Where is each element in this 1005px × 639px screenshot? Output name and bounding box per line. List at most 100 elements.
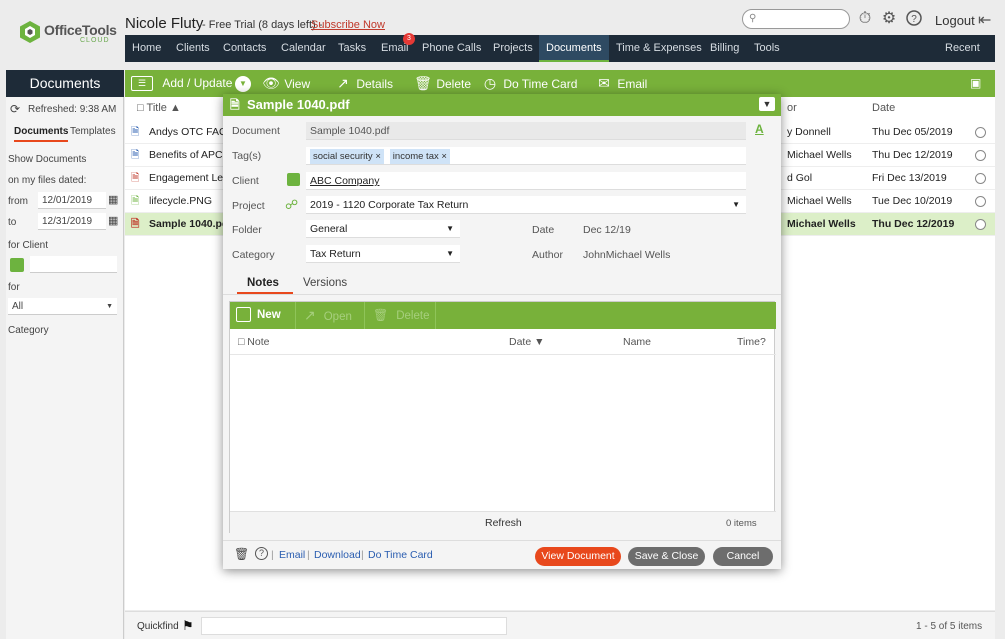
row-radio[interactable] [975, 127, 986, 138]
collapse-dialog-button[interactable]: ▼ [759, 97, 775, 111]
nav-billing[interactable]: Billing [703, 35, 746, 62]
col-title-header[interactable]: □ Title ▲ [137, 97, 181, 119]
calendar-icon[interactable]: ▦ [108, 193, 118, 206]
to-date-input[interactable]: 12/31/2019 [38, 213, 106, 230]
tab-versions[interactable]: Versions [303, 277, 347, 289]
gear-icon[interactable]: ⚙ [880, 10, 898, 28]
on-my-files-label: on my files dated: [8, 175, 87, 186]
nav-phone-calls[interactable]: Phone Calls [415, 35, 488, 62]
email-button[interactable]: ✉ Email [594, 70, 647, 97]
date-label: Date [532, 224, 555, 236]
nav-tools[interactable]: Tools [747, 35, 787, 62]
tag-chip[interactable]: social security × [310, 149, 384, 164]
row-author: Michael Wells [787, 195, 852, 207]
quickfind-bar: Quickfind ⚑ 1 - 5 of 5 items [125, 611, 995, 639]
timer-icon[interactable]: ⏱ [856, 10, 874, 28]
nav-clients[interactable]: Clients [169, 35, 217, 62]
nav-projects[interactable]: Projects [486, 35, 540, 62]
document-label: Document [232, 125, 280, 137]
do-time-card-link[interactable]: Do Time Card [368, 549, 433, 561]
new-note-button[interactable]: New [236, 302, 281, 329]
help-icon[interactable]: ? [255, 547, 268, 560]
do-time-card-button[interactable]: ◷ Do Time Card [480, 70, 577, 97]
remove-tag-icon[interactable]: × [441, 151, 447, 162]
logo-sub: CLOUD [80, 37, 110, 44]
nav-recent[interactable]: Recent ▼ [938, 35, 995, 79]
col-name-header[interactable]: Name [623, 336, 651, 348]
col-note-header[interactable]: □ Note [238, 336, 269, 348]
calendar-icon[interactable]: ▦ [108, 214, 118, 227]
project-tree-icon[interactable]: ☍ [285, 197, 298, 213]
logout-icon[interactable]: ⇤ [978, 10, 991, 30]
subscribe-link[interactable]: Subscribe Now [311, 19, 385, 31]
col-date-header[interactable]: Date [872, 97, 895, 119]
trash-icon[interactable]: 🗑 [234, 547, 249, 561]
client-filter-input[interactable] [30, 256, 117, 273]
tab-notes[interactable]: Notes [247, 277, 279, 289]
email-link[interactable]: Email [279, 549, 305, 561]
clock-icon: ◷ [483, 75, 497, 91]
col-author-header[interactable]: or [787, 97, 797, 119]
nav-home[interactable]: Home [125, 35, 168, 62]
quickfind-input[interactable] [201, 617, 507, 635]
row-radio[interactable] [975, 219, 986, 230]
from-date-input[interactable]: 12/01/2019 [38, 192, 106, 209]
document-details-dialog: 🗎 Sample 1040.pdf ▼ Document Sample 1040… [223, 94, 781, 569]
font-format-icon[interactable]: A [755, 122, 764, 136]
email-count-badge: 3 [403, 33, 415, 45]
tab-documents[interactable]: Documents [14, 126, 69, 142]
col-time-header[interactable]: Time? [737, 336, 766, 348]
add-dropdown-button[interactable]: ▼ [235, 70, 251, 97]
row-radio[interactable] [975, 173, 986, 184]
add-update-button[interactable]: ☰ Add / Update [131, 70, 232, 97]
tab-templates[interactable]: Templates [70, 126, 116, 137]
tags-field[interactable]: social security × income tax × [306, 147, 746, 165]
nav-contacts[interactable]: Contacts [216, 35, 273, 62]
client-field[interactable]: ABC Company [306, 172, 746, 190]
col-date-header[interactable]: Date ▼ [509, 336, 545, 348]
details-button[interactable]: ↗ Details [333, 70, 393, 97]
row-date: Tue Dec 10/2019 [872, 195, 953, 207]
category-select[interactable]: Tax Return ▼ [306, 245, 460, 263]
notes-header-row: □ Note Date ▼ Name Time? [230, 329, 776, 355]
remove-tag-icon[interactable]: × [375, 151, 381, 162]
logout-link[interactable]: Logout [935, 13, 975, 28]
delete-button[interactable]: 🗑 Delete [413, 70, 471, 97]
main-nav: Home Clients Contacts Calendar Tasks Ema… [125, 35, 995, 79]
row-radio[interactable] [975, 196, 986, 207]
project-label: Project [232, 200, 265, 212]
search-input[interactable]: ⚲ [742, 9, 850, 29]
refresh-notes-link[interactable]: Refresh [485, 517, 522, 529]
folder-select[interactable]: General ▼ [306, 220, 460, 238]
download-link[interactable]: Download [314, 549, 361, 561]
nav-calendar[interactable]: Calendar [274, 35, 333, 62]
view-button[interactable]: 👁 View [261, 70, 310, 97]
cancel-button[interactable]: Cancel [713, 547, 773, 566]
help-icon[interactable]: ? [905, 10, 923, 28]
row-radio[interactable] [975, 150, 986, 161]
view-document-button[interactable]: View Document [535, 547, 621, 566]
save-close-button[interactable]: Save & Close [628, 547, 705, 566]
notes-footer: Refresh 0 items [230, 511, 776, 533]
logo-hexagon-icon [20, 21, 40, 43]
tag-chip[interactable]: income tax × [389, 149, 450, 164]
officetools-logo[interactable]: OfficeTools CLOUD [18, 18, 117, 48]
fullscreen-icon[interactable]: ▣ [970, 70, 981, 97]
trial-status: - Free Trial (8 days left) - [202, 19, 323, 31]
documents-toolbar: ☰ Add / Update ▼ 👁 View ↗ Details 🗑 Dele… [125, 70, 995, 97]
folder-label: Folder [232, 224, 262, 236]
date-value: Dec 12/19 [583, 224, 631, 236]
external-link-icon: ↗ [304, 307, 316, 323]
nav-tasks[interactable]: Tasks [331, 35, 373, 62]
nav-documents[interactable]: Documents [539, 35, 609, 62]
client-contact-icon[interactable] [10, 258, 24, 272]
open-note-button[interactable]: ↗ Open [304, 302, 352, 329]
project-select[interactable]: 2019 - 1120 Corporate Tax Return ▼ [306, 196, 746, 214]
for-select[interactable]: All ▼ [8, 298, 117, 315]
nav-time-expenses[interactable]: Time & Expenses [609, 35, 709, 62]
refresh-icon[interactable]: ⟳ [10, 102, 20, 116]
client-contact-icon[interactable] [287, 173, 300, 186]
delete-note-button[interactable]: 🗑 Delete [373, 302, 429, 329]
items-count: 1 - 5 of 5 items [916, 621, 983, 632]
author-value: JohnMichael Wells [583, 249, 671, 261]
